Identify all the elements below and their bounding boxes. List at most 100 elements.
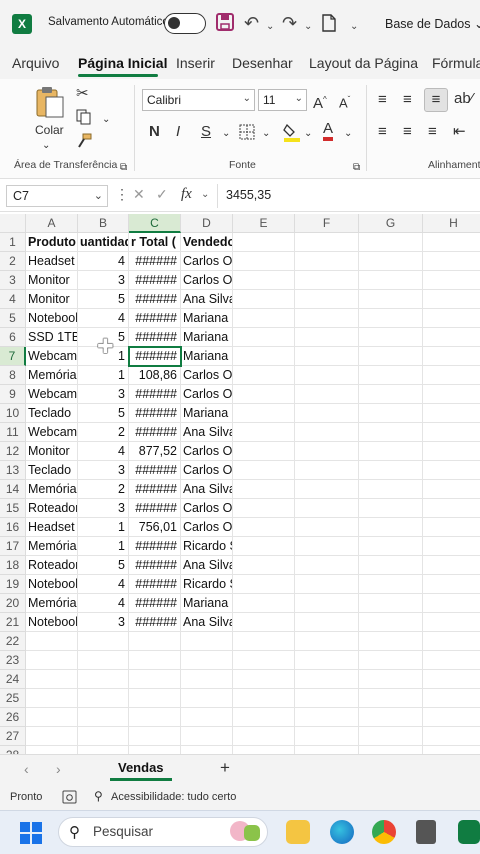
cell[interactable] — [423, 708, 480, 727]
cell[interactable] — [359, 689, 423, 708]
column-header-f[interactable]: F — [295, 214, 359, 233]
cell[interactable] — [181, 670, 233, 689]
cell[interactable] — [359, 461, 423, 480]
cell[interactable] — [233, 271, 295, 290]
font-color-icon[interactable]: A — [323, 121, 334, 141]
decrease-font-icon[interactable]: Aˇ — [339, 91, 350, 112]
cell[interactable] — [359, 442, 423, 461]
cell[interactable]: Mariana Costa — [181, 404, 233, 423]
cell[interactable]: ###### — [129, 385, 181, 404]
row-header[interactable]: 18 — [0, 556, 26, 575]
cell[interactable]: 4 — [78, 594, 129, 613]
cell[interactable]: 4 — [78, 252, 129, 271]
cell[interactable] — [423, 575, 480, 594]
cell[interactable] — [78, 670, 129, 689]
cell[interactable] — [233, 518, 295, 537]
sheet-tab-vendas[interactable]: Vendas — [110, 759, 172, 781]
underline-dropdown-icon[interactable]: ⌄ — [222, 125, 230, 143]
cell[interactable]: Roteador — [26, 499, 78, 518]
row-header[interactable]: 25 — [0, 689, 26, 708]
cell[interactable]: 1 — [78, 537, 129, 556]
cell[interactable] — [359, 708, 423, 727]
cell[interactable] — [181, 746, 233, 754]
cell[interactable] — [423, 442, 480, 461]
font-launcher-icon[interactable]: ⧉ — [353, 159, 360, 177]
clipboard-launcher-icon[interactable]: ⧉ — [120, 159, 127, 177]
accessibility-status[interactable]: Acessibilidade: tudo certo — [111, 791, 236, 803]
decrease-indent-icon[interactable]: ⇤ — [453, 123, 466, 141]
cell[interactable] — [233, 328, 295, 347]
cell[interactable] — [295, 594, 359, 613]
font-name-select[interactable]: Calibri ⌄ — [142, 89, 255, 111]
cell[interactable] — [233, 670, 295, 689]
cell[interactable]: ###### — [129, 499, 181, 518]
cell[interactable]: ###### — [129, 594, 181, 613]
cell[interactable] — [359, 499, 423, 518]
cell[interactable] — [423, 347, 480, 366]
cell[interactable] — [423, 556, 480, 575]
cell[interactable] — [233, 442, 295, 461]
cell[interactable] — [359, 537, 423, 556]
row-header[interactable]: 27 — [0, 727, 26, 746]
header-cell[interactable]: Vendedor — [181, 233, 233, 252]
cell[interactable] — [359, 651, 423, 670]
bold-button[interactable]: N — [149, 123, 160, 141]
redo-dropdown-icon[interactable]: ⌄ — [304, 16, 312, 38]
cell[interactable]: ###### — [129, 613, 181, 632]
cell[interactable]: Carlos Oliveira — [181, 252, 233, 271]
cell[interactable] — [233, 385, 295, 404]
cell[interactable]: Ana Silva — [181, 613, 233, 632]
cell[interactable] — [423, 328, 480, 347]
cell[interactable]: 3 — [78, 613, 129, 632]
cell[interactable] — [26, 689, 78, 708]
cell[interactable] — [233, 423, 295, 442]
align-middle-icon[interactable]: ≡ — [403, 91, 412, 109]
cell[interactable] — [359, 746, 423, 754]
cell[interactable] — [359, 252, 423, 271]
cell[interactable]: Carlos Oliveira — [181, 461, 233, 480]
cell[interactable] — [26, 746, 78, 754]
cell[interactable] — [233, 651, 295, 670]
cell[interactable] — [359, 423, 423, 442]
cell[interactable] — [359, 271, 423, 290]
cell[interactable] — [359, 632, 423, 651]
cell[interactable] — [423, 518, 480, 537]
cell[interactable] — [26, 670, 78, 689]
column-header-d[interactable]: D — [181, 214, 233, 233]
cell[interactable]: 2 — [78, 480, 129, 499]
borders-icon[interactable] — [239, 124, 255, 140]
cell[interactable] — [359, 575, 423, 594]
cell[interactable] — [295, 385, 359, 404]
cell[interactable]: ###### — [129, 290, 181, 309]
cancel-icon[interactable]: ✕ — [133, 186, 145, 203]
row-header[interactable]: 24 — [0, 670, 26, 689]
cell[interactable] — [26, 651, 78, 670]
cell[interactable]: 5 — [78, 290, 129, 309]
cell[interactable] — [129, 632, 181, 651]
cell[interactable]: 2 — [78, 423, 129, 442]
redo-icon[interactable]: ↷ — [282, 12, 297, 34]
row-header[interactable]: 22 — [0, 632, 26, 651]
cell[interactable]: Mariana Costa — [181, 309, 233, 328]
cell[interactable]: ###### — [129, 423, 181, 442]
cell[interactable]: 877,52 — [129, 442, 181, 461]
calculator-icon[interactable] — [416, 820, 436, 844]
document-title[interactable]: Base de Dados ⌄ — [385, 16, 480, 31]
cell[interactable] — [295, 366, 359, 385]
row-header[interactable]: 17 — [0, 537, 26, 556]
chrome-icon[interactable] — [372, 820, 396, 844]
paste-dropdown-icon[interactable]: ⌄ — [42, 137, 50, 155]
cell[interactable] — [423, 461, 480, 480]
cell[interactable] — [423, 366, 480, 385]
cell[interactable]: ###### — [129, 404, 181, 423]
fx-dropdown-icon[interactable]: ⌄ — [201, 189, 209, 200]
cell[interactable]: 5 — [78, 328, 129, 347]
cell[interactable] — [233, 537, 295, 556]
cell[interactable]: Roteador — [26, 556, 78, 575]
cell[interactable]: Ana Silva — [181, 423, 233, 442]
undo-dropdown-icon[interactable]: ⌄ — [266, 16, 274, 38]
cell[interactable] — [233, 480, 295, 499]
cell[interactable] — [295, 290, 359, 309]
cell[interactable]: Webcam — [26, 423, 78, 442]
cell[interactable]: Memória — [26, 594, 78, 613]
